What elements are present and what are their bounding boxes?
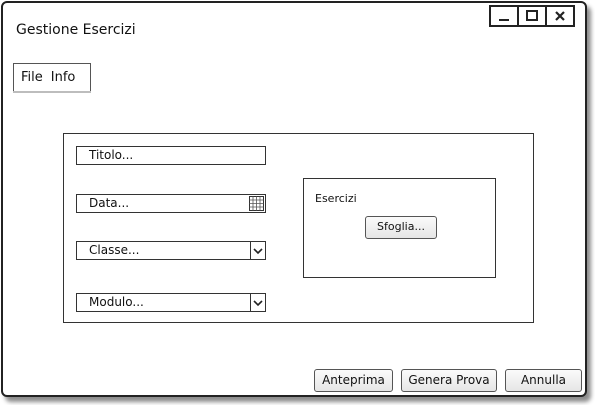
maximize-icon [526, 10, 538, 21]
classe-placeholder: Classe... [89, 243, 140, 257]
minimize-button[interactable] [489, 5, 519, 27]
preview-button[interactable]: Anteprima [314, 369, 393, 392]
maximize-button[interactable] [517, 5, 547, 27]
data-field[interactable]: Data... [76, 194, 266, 213]
menu-info[interactable]: Info [48, 64, 81, 92]
esercizi-label: Esercizi [315, 192, 357, 205]
classe-dropdown[interactable]: Classe... [76, 241, 266, 260]
menu-bar: File Info [13, 63, 91, 92]
data-placeholder: Data... [89, 196, 130, 210]
chevron-down-icon[interactable] [250, 294, 265, 311]
calendar-icon[interactable] [249, 196, 264, 211]
browse-button[interactable]: Sfoglia... [365, 216, 437, 239]
modulo-placeholder: Modulo... [89, 295, 144, 309]
menu-underline [13, 91, 91, 93]
cancel-button[interactable]: Annulla [505, 369, 582, 392]
main-window: Gestione Esercizi File Info Titolo... Da… [1, 1, 587, 397]
titolo-field[interactable]: Titolo... [76, 146, 266, 165]
window-title: Gestione Esercizi [16, 22, 136, 38]
generate-button[interactable]: Genera Prova [401, 369, 497, 392]
close-button[interactable] [545, 5, 575, 27]
minimize-icon [499, 19, 509, 21]
chevron-down-icon[interactable] [250, 242, 265, 259]
esercizi-group: Esercizi Sfoglia... [303, 178, 496, 278]
close-icon [555, 11, 565, 21]
menu-file[interactable]: File [14, 64, 48, 92]
window-controls [489, 5, 575, 27]
titolo-placeholder: Titolo... [89, 148, 134, 162]
modulo-dropdown[interactable]: Modulo... [76, 293, 266, 312]
